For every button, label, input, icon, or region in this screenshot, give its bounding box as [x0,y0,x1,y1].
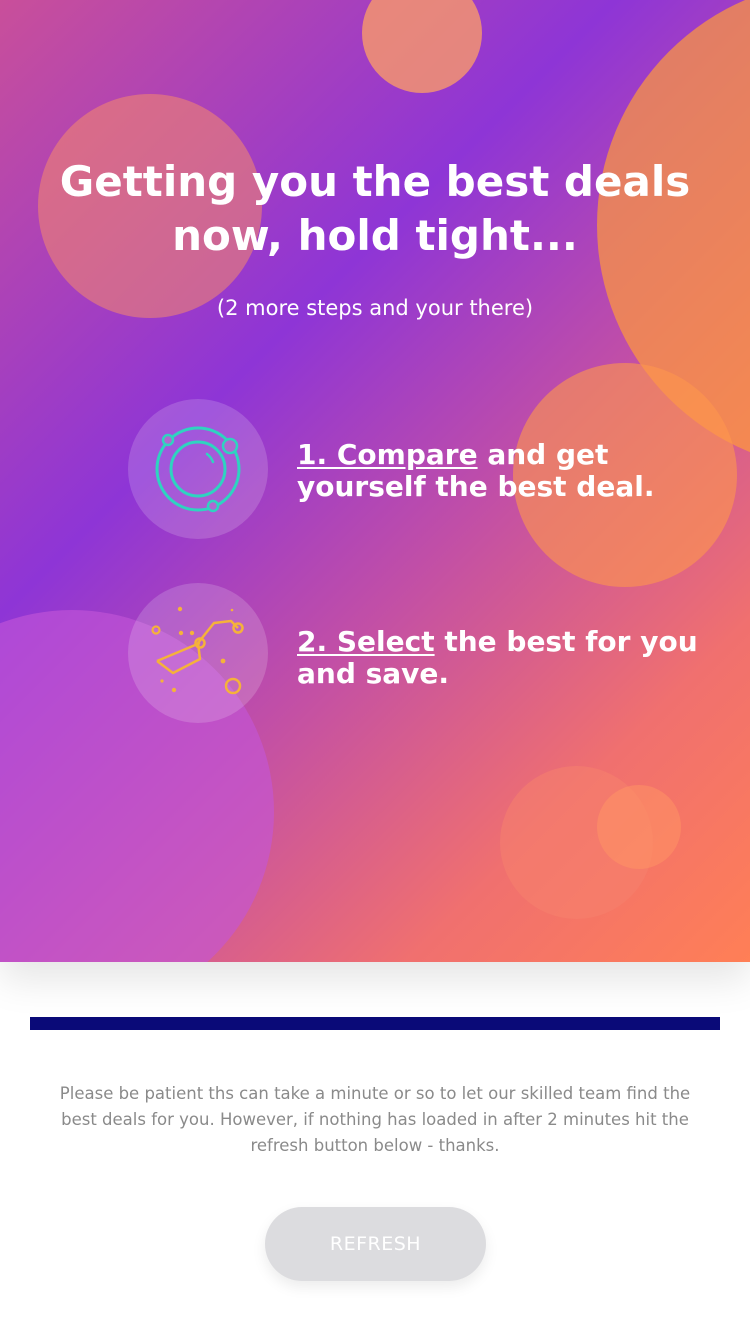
step-select-text: the best for you [434,625,698,658]
select-link[interactable]: 2. Select [297,625,435,658]
loading-progress-fill [30,1017,720,1030]
step-compare: 1. Compare and get yourself the best dea… [297,439,717,503]
loading-progress-bar [30,1017,720,1030]
planet-orbit-icon [128,399,268,539]
patience-notice: Please be patient ths can take a minute … [59,1084,691,1155]
step-compare-text: and get [477,438,609,471]
compare-link[interactable]: 1. Compare [297,438,478,471]
page-title-line1: Getting you the best deals [59,157,691,206]
step-select-text-line2: and save. [297,657,450,690]
step-select: 2. Select the best for you and save. [297,626,717,690]
page-subtitle: (2 more steps and your there) [216,296,534,320]
decorative-bubble [597,785,681,869]
step-compare-text-line2: yourself the best deal. [297,470,655,503]
refresh-button[interactable]: REFRESH [265,1207,486,1281]
page-title: Getting you the best deals now, hold tig… [40,155,710,263]
page-title-line2: now, hold tight... [172,211,578,260]
constellation-icon [128,583,268,723]
hero-panel: Getting you the best deals now, hold tig… [0,0,750,962]
decorative-bubble [362,0,482,93]
